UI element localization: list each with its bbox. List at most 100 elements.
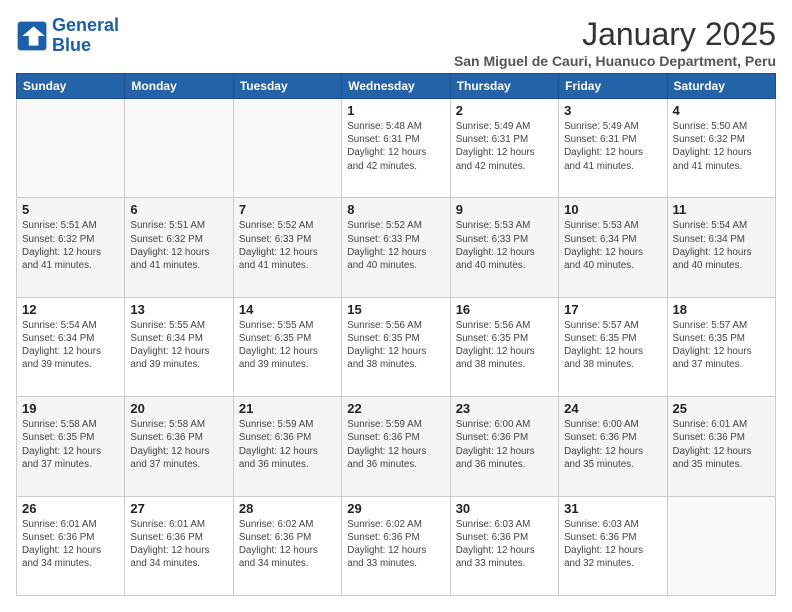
day-info: Sunrise: 5:59 AMSunset: 6:36 PMDaylight:… — [239, 418, 336, 471]
calendar-week-5: 26 Sunrise: 6:01 AMSunset: 6:36 PMDaylig… — [17, 496, 776, 595]
calendar-cell: 24 Sunrise: 6:00 AMSunset: 6:36 PMDaylig… — [559, 397, 667, 496]
logo: General Blue — [16, 16, 119, 56]
day-info: Sunrise: 5:55 AMSunset: 6:35 PMDaylight:… — [239, 319, 336, 372]
day-info: Sunrise: 5:52 AMSunset: 6:33 PMDaylight:… — [347, 219, 444, 272]
day-info: Sunrise: 5:55 AMSunset: 6:34 PMDaylight:… — [130, 319, 227, 372]
calendar-cell — [233, 99, 341, 198]
calendar-cell: 13 Sunrise: 5:55 AMSunset: 6:34 PMDaylig… — [125, 297, 233, 396]
days-header-row: Sunday Monday Tuesday Wednesday Thursday… — [17, 74, 776, 99]
calendar-cell: 7 Sunrise: 5:52 AMSunset: 6:33 PMDayligh… — [233, 198, 341, 297]
logo-line2: Blue — [52, 35, 91, 55]
day-info: Sunrise: 5:57 AMSunset: 6:35 PMDaylight:… — [673, 319, 770, 372]
header-sunday: Sunday — [17, 74, 125, 99]
day-number: 6 — [130, 202, 227, 217]
calendar-cell: 5 Sunrise: 5:51 AMSunset: 6:32 PMDayligh… — [17, 198, 125, 297]
calendar-cell: 25 Sunrise: 6:01 AMSunset: 6:36 PMDaylig… — [667, 397, 775, 496]
calendar-table: Sunday Monday Tuesday Wednesday Thursday… — [16, 73, 776, 596]
day-number: 26 — [22, 501, 119, 516]
calendar-cell: 19 Sunrise: 5:58 AMSunset: 6:35 PMDaylig… — [17, 397, 125, 496]
day-number: 28 — [239, 501, 336, 516]
day-number: 10 — [564, 202, 661, 217]
calendar-cell — [667, 496, 775, 595]
day-number: 14 — [239, 302, 336, 317]
day-info: Sunrise: 5:58 AMSunset: 6:36 PMDaylight:… — [130, 418, 227, 471]
day-info: Sunrise: 5:57 AMSunset: 6:35 PMDaylight:… — [564, 319, 661, 372]
header-thursday: Thursday — [450, 74, 558, 99]
calendar-cell: 6 Sunrise: 5:51 AMSunset: 6:32 PMDayligh… — [125, 198, 233, 297]
header: General Blue January 2025 San Miguel de … — [16, 16, 776, 69]
day-number: 9 — [456, 202, 553, 217]
calendar-cell: 15 Sunrise: 5:56 AMSunset: 6:35 PMDaylig… — [342, 297, 450, 396]
day-info: Sunrise: 5:52 AMSunset: 6:33 PMDaylight:… — [239, 219, 336, 272]
calendar-cell: 14 Sunrise: 5:55 AMSunset: 6:35 PMDaylig… — [233, 297, 341, 396]
calendar-cell: 3 Sunrise: 5:49 AMSunset: 6:31 PMDayligh… — [559, 99, 667, 198]
calendar-week-3: 12 Sunrise: 5:54 AMSunset: 6:34 PMDaylig… — [17, 297, 776, 396]
calendar-cell: 20 Sunrise: 5:58 AMSunset: 6:36 PMDaylig… — [125, 397, 233, 496]
calendar-cell: 23 Sunrise: 6:00 AMSunset: 6:36 PMDaylig… — [450, 397, 558, 496]
day-info: Sunrise: 5:56 AMSunset: 6:35 PMDaylight:… — [456, 319, 553, 372]
day-number: 15 — [347, 302, 444, 317]
day-info: Sunrise: 5:49 AMSunset: 6:31 PMDaylight:… — [456, 120, 553, 173]
calendar-week-1: 1 Sunrise: 5:48 AMSunset: 6:31 PMDayligh… — [17, 99, 776, 198]
page: General Blue January 2025 San Miguel de … — [0, 0, 792, 612]
day-info: Sunrise: 5:53 AMSunset: 6:34 PMDaylight:… — [564, 219, 661, 272]
calendar-week-4: 19 Sunrise: 5:58 AMSunset: 6:35 PMDaylig… — [17, 397, 776, 496]
day-number: 3 — [564, 103, 661, 118]
calendar-cell: 4 Sunrise: 5:50 AMSunset: 6:32 PMDayligh… — [667, 99, 775, 198]
calendar-cell: 16 Sunrise: 5:56 AMSunset: 6:35 PMDaylig… — [450, 297, 558, 396]
calendar-cell: 12 Sunrise: 5:54 AMSunset: 6:34 PMDaylig… — [17, 297, 125, 396]
calendar-subtitle: San Miguel de Cauri, Huanuco Department,… — [454, 53, 776, 69]
calendar-cell: 8 Sunrise: 5:52 AMSunset: 6:33 PMDayligh… — [342, 198, 450, 297]
day-info: Sunrise: 5:51 AMSunset: 6:32 PMDaylight:… — [22, 219, 119, 272]
calendar-week-2: 5 Sunrise: 5:51 AMSunset: 6:32 PMDayligh… — [17, 198, 776, 297]
day-number: 29 — [347, 501, 444, 516]
day-info: Sunrise: 5:50 AMSunset: 6:32 PMDaylight:… — [673, 120, 770, 173]
day-number: 2 — [456, 103, 553, 118]
calendar-cell: 26 Sunrise: 6:01 AMSunset: 6:36 PMDaylig… — [17, 496, 125, 595]
day-info: Sunrise: 5:54 AMSunset: 6:34 PMDaylight:… — [673, 219, 770, 272]
day-number: 31 — [564, 501, 661, 516]
day-info: Sunrise: 5:48 AMSunset: 6:31 PMDaylight:… — [347, 120, 444, 173]
day-info: Sunrise: 6:03 AMSunset: 6:36 PMDaylight:… — [456, 518, 553, 571]
calendar-cell: 31 Sunrise: 6:03 AMSunset: 6:36 PMDaylig… — [559, 496, 667, 595]
day-number: 18 — [673, 302, 770, 317]
day-number: 11 — [673, 202, 770, 217]
day-number: 13 — [130, 302, 227, 317]
title-section: January 2025 San Miguel de Cauri, Huanuc… — [454, 16, 776, 69]
day-number: 23 — [456, 401, 553, 416]
day-info: Sunrise: 5:59 AMSunset: 6:36 PMDaylight:… — [347, 418, 444, 471]
day-number: 21 — [239, 401, 336, 416]
calendar-cell: 21 Sunrise: 5:59 AMSunset: 6:36 PMDaylig… — [233, 397, 341, 496]
calendar-cell: 9 Sunrise: 5:53 AMSunset: 6:33 PMDayligh… — [450, 198, 558, 297]
day-number: 27 — [130, 501, 227, 516]
day-number: 17 — [564, 302, 661, 317]
day-number: 8 — [347, 202, 444, 217]
day-number: 12 — [22, 302, 119, 317]
header-tuesday: Tuesday — [233, 74, 341, 99]
day-info: Sunrise: 5:54 AMSunset: 6:34 PMDaylight:… — [22, 319, 119, 372]
day-info: Sunrise: 5:56 AMSunset: 6:35 PMDaylight:… — [347, 319, 444, 372]
day-number: 5 — [22, 202, 119, 217]
day-info: Sunrise: 6:01 AMSunset: 6:36 PMDaylight:… — [673, 418, 770, 471]
day-number: 4 — [673, 103, 770, 118]
calendar-cell: 10 Sunrise: 5:53 AMSunset: 6:34 PMDaylig… — [559, 198, 667, 297]
day-info: Sunrise: 6:02 AMSunset: 6:36 PMDaylight:… — [239, 518, 336, 571]
header-wednesday: Wednesday — [342, 74, 450, 99]
day-info: Sunrise: 5:58 AMSunset: 6:35 PMDaylight:… — [22, 418, 119, 471]
day-info: Sunrise: 5:51 AMSunset: 6:32 PMDaylight:… — [130, 219, 227, 272]
header-monday: Monday — [125, 74, 233, 99]
calendar-cell: 17 Sunrise: 5:57 AMSunset: 6:35 PMDaylig… — [559, 297, 667, 396]
day-number: 19 — [22, 401, 119, 416]
calendar-cell — [125, 99, 233, 198]
calendar-cell: 27 Sunrise: 6:01 AMSunset: 6:36 PMDaylig… — [125, 496, 233, 595]
logo-line1: General — [52, 15, 119, 35]
day-number: 20 — [130, 401, 227, 416]
day-info: Sunrise: 6:01 AMSunset: 6:36 PMDaylight:… — [22, 518, 119, 571]
day-number: 7 — [239, 202, 336, 217]
header-friday: Friday — [559, 74, 667, 99]
day-info: Sunrise: 6:00 AMSunset: 6:36 PMDaylight:… — [564, 418, 661, 471]
calendar-cell: 11 Sunrise: 5:54 AMSunset: 6:34 PMDaylig… — [667, 198, 775, 297]
day-info: Sunrise: 6:00 AMSunset: 6:36 PMDaylight:… — [456, 418, 553, 471]
logo-text: General Blue — [52, 16, 119, 56]
day-info: Sunrise: 6:03 AMSunset: 6:36 PMDaylight:… — [564, 518, 661, 571]
